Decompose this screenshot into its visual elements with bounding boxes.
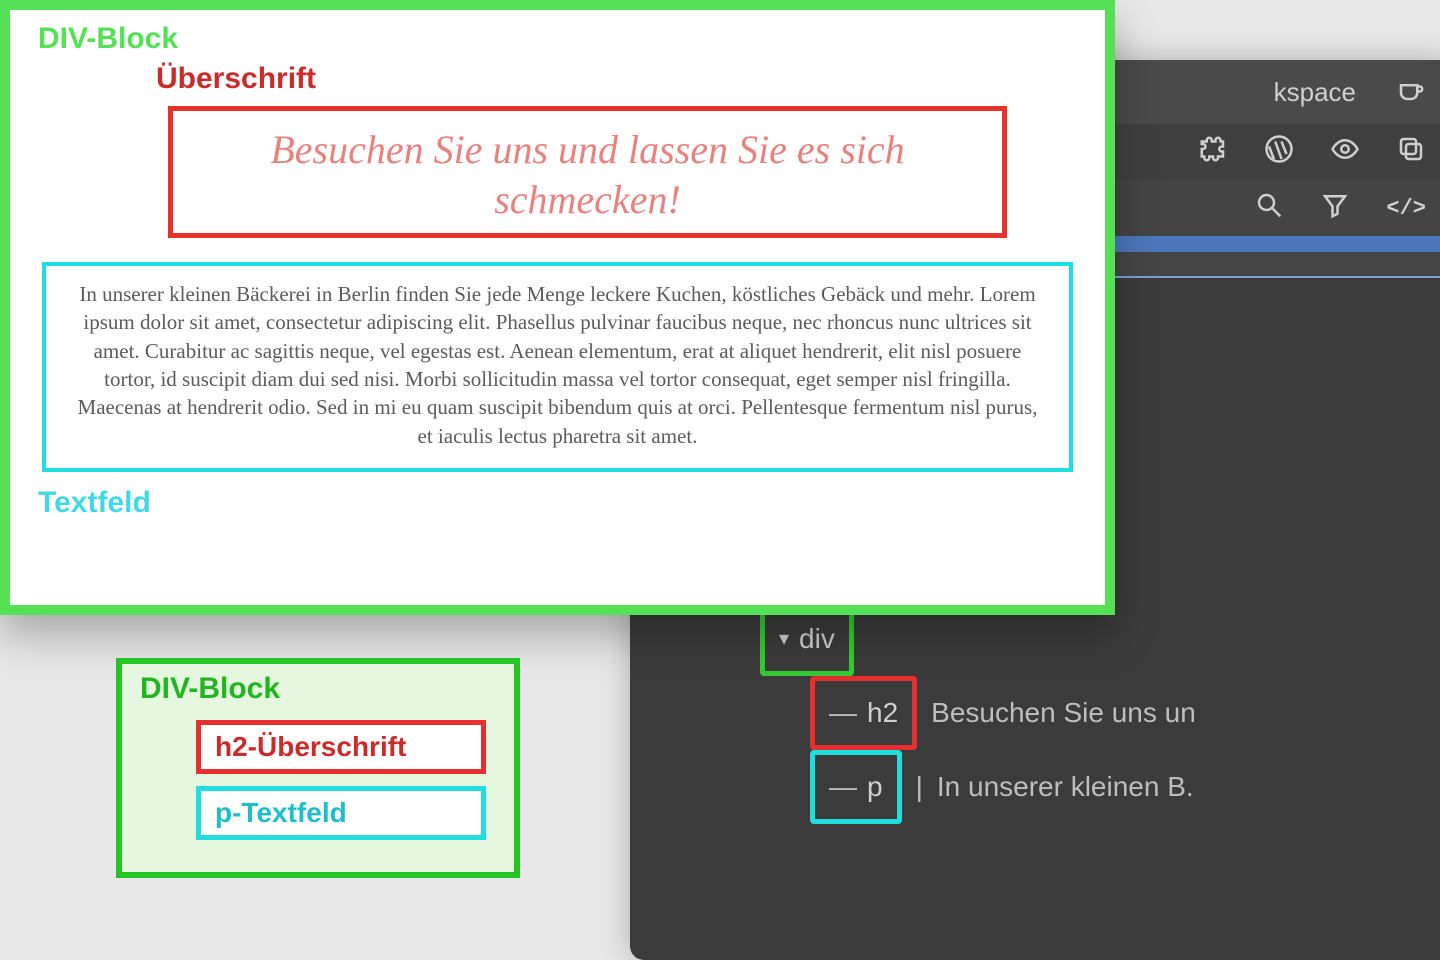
legend-h2-chip: h2-Überschrift (196, 720, 486, 774)
p-preview-box: In unserer kleinen Bäckerei in Berlin fi… (42, 262, 1073, 472)
coffee-icon[interactable] (1396, 74, 1426, 111)
puzzle-icon[interactable] (1198, 134, 1228, 171)
label-textfield: Textfeld (38, 486, 1077, 520)
label-heading: Überschrift (156, 62, 1077, 96)
tree-text: In unserer kleinen B. (937, 757, 1194, 817)
tree-row-p[interactable]: — p | In unserer kleinen B. (660, 750, 1420, 824)
copy-icon[interactable] (1396, 134, 1426, 171)
h2-text: Besuchen Sie uns und lassen Sie es sich … (197, 125, 978, 225)
chevron-down-icon: ▾ (779, 609, 789, 669)
tag-label: p (867, 757, 883, 817)
search-icon[interactable] (1254, 190, 1284, 227)
collapse-icon: — (829, 757, 857, 817)
annotated-div-block: DIV-Block Überschrift Besuchen Sie uns u… (0, 0, 1115, 615)
wordpress-icon[interactable] (1264, 134, 1294, 171)
tree-row-h2[interactable]: — h2 Besuchen Sie uns un (660, 676, 1420, 750)
code-icon[interactable]: </> (1386, 196, 1426, 221)
paragraph-text: In unserer kleinen Bäckerei in Berlin fi… (70, 280, 1045, 450)
tree-divider: | (916, 757, 923, 817)
workspace-label: kspace (1274, 77, 1356, 108)
collapse-icon: — (829, 683, 857, 743)
tag-label: div (799, 609, 835, 669)
h2-preview-box: Besuchen Sie uns und lassen Sie es sich … (168, 106, 1007, 238)
tag-label: h2 (867, 683, 898, 743)
legend-p-chip: p-Textfeld (196, 786, 486, 840)
legend-schematic: DIV-Block h2-Überschrift p-Textfeld (116, 658, 520, 878)
label-div-block: DIV-Block (38, 22, 1077, 56)
legend-div-label: DIV-Block (140, 672, 496, 706)
tree-text: Besuchen Sie uns un (931, 683, 1196, 743)
eye-icon[interactable] (1330, 134, 1360, 171)
filter-icon[interactable] (1320, 190, 1350, 227)
